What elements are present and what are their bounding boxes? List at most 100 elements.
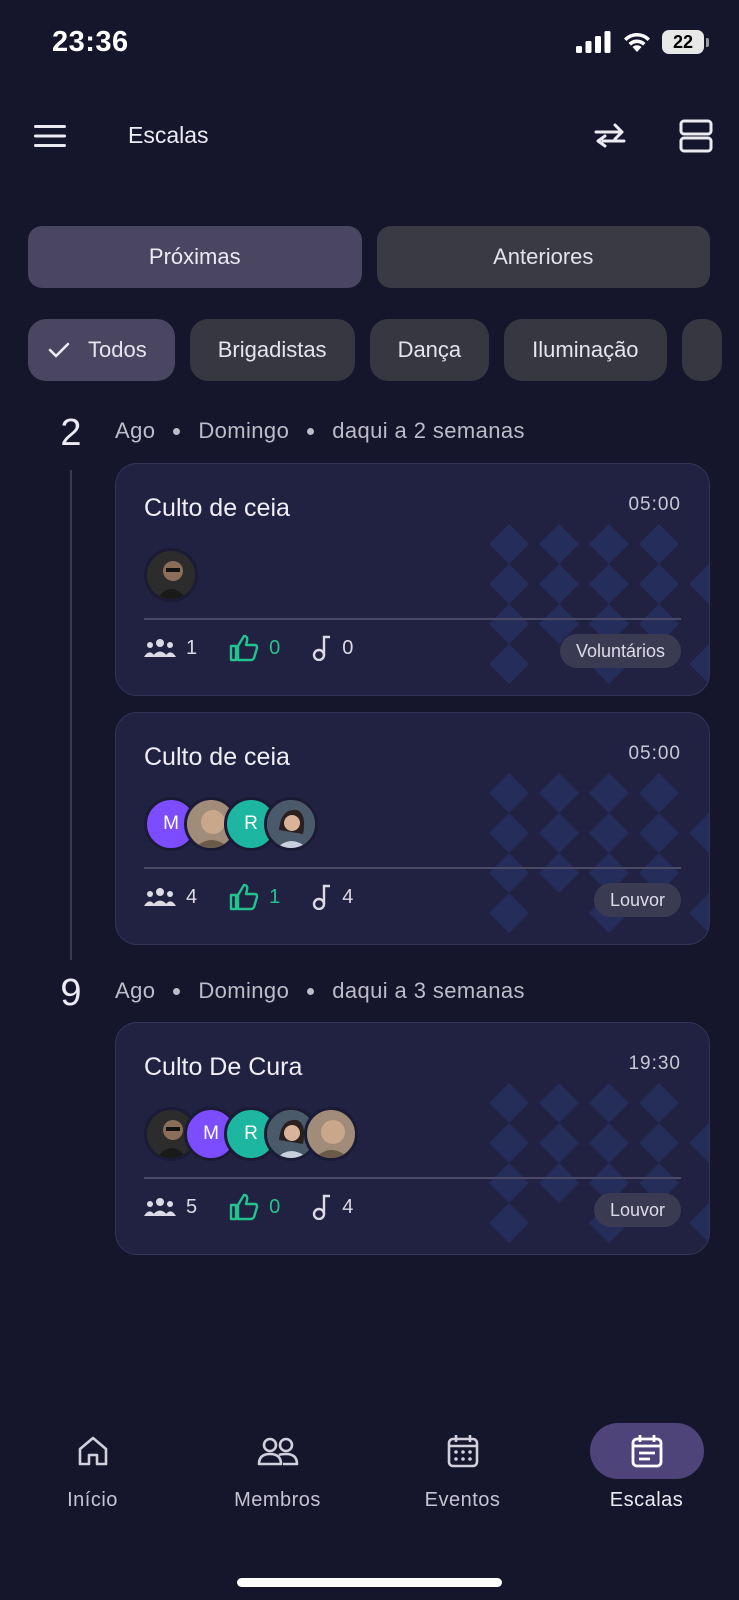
date-relative: daqui a 2 semanas xyxy=(332,418,525,443)
team-badge: Voluntários xyxy=(559,634,681,668)
date-weekday: Domingo xyxy=(198,978,290,1003)
card-divider xyxy=(144,618,681,620)
signal-icon xyxy=(576,31,611,53)
card-title: Culto De Cura xyxy=(144,1053,303,1081)
members-stat: 4 xyxy=(144,886,197,909)
status-bar: 23:36 22 xyxy=(0,0,739,90)
date-meta: Ago Domingo daqui a 3 semanas xyxy=(115,978,525,1004)
date-day: 2 xyxy=(60,412,82,454)
schedule-card[interactable]: Culto de ceia 05:00 1 0 0 Voluntários xyxy=(115,463,710,696)
likes-stat: 0 xyxy=(229,1193,280,1221)
view-agenda-icon xyxy=(679,119,713,153)
segment-anteriores[interactable]: Anteriores xyxy=(376,226,710,288)
card-pattern-decoration xyxy=(489,524,709,684)
songs-stat: 0 xyxy=(312,635,353,661)
chip-label: Dança xyxy=(397,337,462,362)
date-meta: Ago Domingo daqui a 2 semanas xyxy=(115,418,525,444)
chip-label: Brigadistas xyxy=(217,337,327,362)
chip-label: Iluminação xyxy=(532,337,639,362)
menu-button[interactable] xyxy=(26,116,74,156)
app-bar: Escalas xyxy=(0,100,739,172)
battery-level: 22 xyxy=(662,30,704,54)
card-divider xyxy=(144,867,681,869)
nav-membros[interactable]: Membros xyxy=(185,1415,370,1525)
nav-label: Membros xyxy=(234,1489,321,1511)
chip-label: Todos xyxy=(88,337,147,362)
group-icon xyxy=(144,1198,176,1216)
songs-stat: 4 xyxy=(312,884,353,910)
swap-arrows-icon xyxy=(594,123,626,148)
chip-more[interactable] xyxy=(681,319,722,381)
likes-count: 0 xyxy=(269,1195,281,1218)
team-badge: Louvor xyxy=(593,883,681,917)
calendar-icon xyxy=(447,1435,478,1468)
likes-count: 0 xyxy=(269,636,281,659)
people-icon xyxy=(257,1437,298,1466)
members-count: 1 xyxy=(186,636,198,659)
schedule-card[interactable]: Culto de ceia 05:00 M R 4 1 4 Louvor xyxy=(115,712,710,945)
home-indicator[interactable] xyxy=(237,1578,502,1587)
likes-stat: 1 xyxy=(229,883,280,911)
songs-count: 0 xyxy=(342,636,354,659)
nav-escalas[interactable]: Escalas xyxy=(554,1415,739,1525)
members-stat: 1 xyxy=(144,637,197,660)
music-note-icon xyxy=(313,1194,331,1220)
card-time: 19:30 xyxy=(628,1053,681,1074)
chip-iluminacao[interactable]: Iluminação xyxy=(504,319,667,381)
date-weekday: Domingo xyxy=(198,418,290,443)
avatar-stack xyxy=(144,548,198,602)
songs-count: 4 xyxy=(342,1195,354,1218)
segment-proximas[interactable]: Próximas xyxy=(28,226,362,288)
card-stats: 4 1 4 xyxy=(144,883,385,911)
date-relative: daqui a 3 semanas xyxy=(332,978,525,1003)
group-icon xyxy=(144,639,176,657)
chip-danca[interactable]: Dança xyxy=(369,319,490,381)
period-segmented-control: Próximas Anteriores xyxy=(28,226,710,288)
date-day: 9 xyxy=(60,972,82,1014)
nav-label: Escalas xyxy=(609,1489,684,1511)
chip-brigadistas[interactable]: Brigadistas xyxy=(189,319,355,381)
likes-stat: 0 xyxy=(229,634,280,662)
likes-count: 1 xyxy=(269,885,281,908)
view-toggle-button[interactable] xyxy=(672,114,720,158)
date-month: Ago xyxy=(115,978,156,1003)
members-stat: 5 xyxy=(144,1196,197,1219)
bottom-navigation: Início Membros Eventos Escalas xyxy=(0,1415,739,1535)
card-stats: 5 0 4 xyxy=(144,1193,385,1221)
songs-stat: 4 xyxy=(312,1194,353,1220)
card-divider xyxy=(144,1177,681,1179)
nav-label: Eventos xyxy=(424,1489,501,1511)
wifi-icon xyxy=(624,32,650,52)
music-note-icon xyxy=(313,635,331,661)
music-note-icon xyxy=(313,884,331,910)
schedule-card[interactable]: Culto De Cura 19:30 M R 5 0 4 Louvor xyxy=(115,1022,710,1255)
card-title: Culto de ceia xyxy=(144,743,290,771)
thumb-up-icon xyxy=(229,883,259,911)
group-icon xyxy=(144,888,176,906)
avatar xyxy=(304,1107,358,1161)
nav-eventos[interactable]: Eventos xyxy=(370,1415,555,1525)
nav-inicio[interactable]: Início xyxy=(0,1415,185,1525)
chip-todos[interactable]: Todos xyxy=(28,319,175,381)
card-pattern-decoration xyxy=(489,773,709,933)
timeline-line xyxy=(70,470,72,960)
home-icon xyxy=(78,1436,107,1466)
status-time: 23:36 xyxy=(52,26,129,58)
team-badge: Louvor xyxy=(593,1193,681,1227)
battery-indicator: 22 xyxy=(662,30,709,54)
avatar-stack: M R xyxy=(144,797,318,851)
members-count: 5 xyxy=(186,1195,198,1218)
thumb-up-icon xyxy=(229,634,259,662)
page-title: Escalas xyxy=(128,122,209,148)
card-title: Culto de ceia xyxy=(144,494,290,522)
card-pattern-decoration xyxy=(489,1083,709,1243)
songs-count: 4 xyxy=(342,885,354,908)
schedule-icon xyxy=(631,1435,662,1468)
thumb-up-icon xyxy=(229,1193,259,1221)
status-icons: 22 xyxy=(576,30,709,54)
check-icon xyxy=(48,341,70,359)
date-month: Ago xyxy=(115,418,156,443)
swap-button[interactable] xyxy=(586,114,634,158)
menu-icon xyxy=(34,125,66,147)
avatar xyxy=(144,548,198,602)
